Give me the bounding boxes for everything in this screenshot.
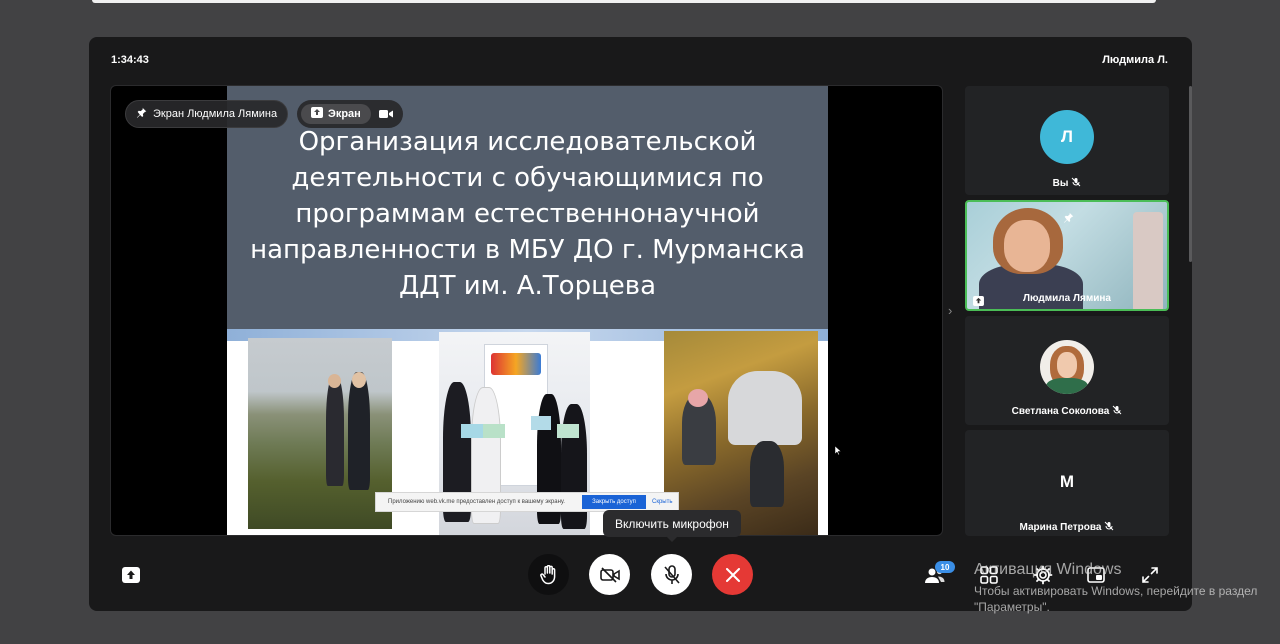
slide-title-line: Организация исследовательской [298,127,757,157]
windows-activation-line: Чтобы активировать Windows, перейдите в … [974,584,1258,598]
hide-notice-link[interactable]: Скрыть [652,499,672,505]
share-screen-icon [122,567,140,583]
avatar [1040,340,1094,394]
windows-activation-title: Активация Windows [974,561,1122,578]
participant-name-row: Людмила Лямина [967,293,1167,304]
photo-certificate [531,416,551,430]
avatar-initial: Л [1061,127,1073,146]
call-timer: 1:34:43 [111,54,149,66]
photo-face [352,372,366,388]
user-name[interactable]: Людмила Л. [1102,54,1168,66]
photo-person [728,371,802,445]
pinned-screen-badge[interactable]: Экран Людмила Лямина [125,100,289,128]
avatar-initial: М [1059,472,1075,491]
camera-off-icon [599,566,620,583]
microphone-toggle-button[interactable] [651,554,692,595]
participant-name: Марина Петрова [1019,522,1102,533]
windows-activation-text: Чтобы активировать Windows, перейдите в … [974,583,1274,615]
avatar-face [1057,352,1077,378]
photo-certificate [461,424,483,438]
photo-face [328,374,341,388]
photo-certificate [557,424,579,438]
participant-name: Людмила Лямина [1022,293,1111,304]
slide-title: Организация исследовательской деятельнос… [227,124,828,304]
browser-top-strip [92,0,1156,3]
slide-title-line: программам естественнонаучной [295,199,760,229]
slide-title-line: деятельности с обучающимися по [291,163,764,193]
pinned-screen-label: Экран Людмила Лямина [153,108,278,120]
screen-view-button[interactable]: Экран [301,104,371,124]
close-icon [725,567,740,582]
stop-sharing-button[interactable]: Закрыть доступ [582,495,646,509]
participant-name-row: Вы [965,177,1169,190]
photo-certificate [483,424,505,438]
mic-off-icon [1112,405,1122,418]
presentation-slide: Организация исследовательской деятельнос… [227,86,828,535]
raise-hand-button[interactable] [528,554,569,595]
video-person-face [1004,220,1050,272]
participant-tile[interactable]: М Марина Петрова [965,430,1169,536]
slide-photo-lake [248,338,392,529]
notice-text: Приложению web.vk.me предоставлен доступ… [388,499,565,505]
slide-title-line: ДДТ им. А.Торцева [398,271,657,301]
screen-share-notice: Приложению web.vk.me предоставлен доступ… [375,492,679,512]
chevron-right-icon[interactable]: › [948,303,952,318]
raise-hand-icon [539,564,555,584]
photo-hat [688,389,708,407]
participants-count-badge: 10 [935,561,955,573]
avatar: Л [1040,110,1094,164]
participant-tile[interactable]: Светлана Соколова [965,316,1169,425]
avatar-shirt [1046,378,1088,394]
participant-name-row: Марина Петрова [965,521,1169,534]
mic-off-icon [1104,521,1114,534]
photo-person [750,441,784,507]
photo-person [348,372,370,490]
screen-share-stage[interactable]: Организация исследовательской деятельнос… [110,85,943,536]
participant-name: Вы [1052,178,1069,189]
mouse-cursor-icon [835,446,841,455]
avatar: М [1040,455,1094,509]
participant-tile[interactable]: Л Вы [965,86,1169,195]
participant-name-row: Светлана Соколова [965,405,1169,418]
screen-share-icon [311,107,323,121]
participant-name: Светлана Соколова [1011,406,1110,417]
microphone-tooltip: Включить микрофон [603,510,741,542]
mic-off-icon [663,564,680,584]
share-screen-button[interactable] [118,562,144,588]
participant-tile-active[interactable]: Людмила Лямина [965,200,1169,311]
photo-person [326,376,344,486]
expand-icon [1142,567,1158,583]
screen-view-label: Экран [328,108,361,120]
windows-activation-line: "Параметры". [974,600,1050,614]
pin-icon[interactable] [1063,210,1074,228]
participants-scrollbar[interactable] [1189,86,1192,262]
camera-view-icon[interactable] [378,109,393,119]
camera-toggle-button[interactable] [589,554,630,595]
view-switcher: Экран [297,100,403,128]
pin-icon [136,107,147,121]
end-call-button[interactable] [712,554,753,595]
slide-title-line: направленности в МБУ ДО г. Мурманска [250,235,805,265]
mic-off-icon [1071,177,1081,190]
slide-photo-forest [664,331,818,535]
